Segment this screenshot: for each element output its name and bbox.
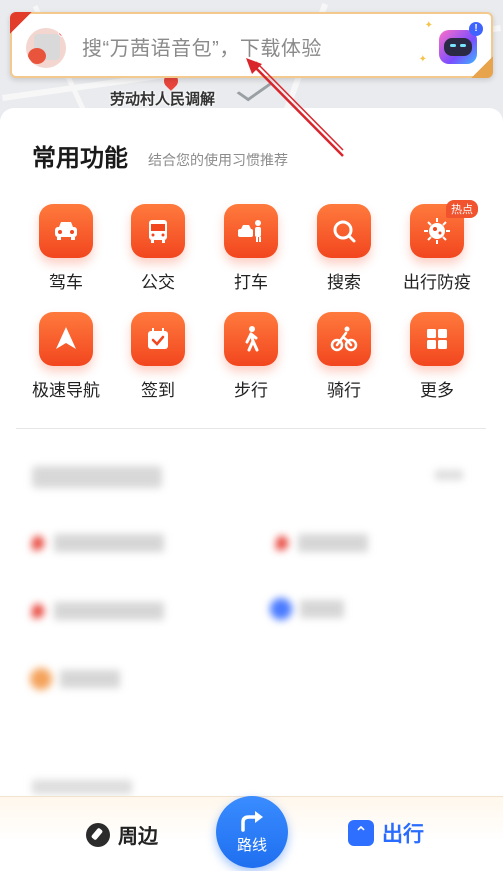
trip-label: 出行	[382, 823, 424, 846]
chevron-icon	[236, 76, 272, 102]
blurred-content	[0, 440, 503, 800]
func-label: 极速导航	[32, 381, 100, 400]
double-chevron-up-icon: ⌃	[348, 820, 374, 846]
avatar[interactable]	[26, 28, 66, 68]
car-icon	[39, 204, 93, 258]
exclamation-badge-icon: !	[469, 22, 483, 36]
divider	[16, 428, 486, 429]
func-label: 打车	[234, 273, 268, 292]
compass-icon	[86, 822, 110, 847]
walking-icon	[224, 312, 278, 366]
sparkle-icon: ✦	[418, 54, 427, 65]
search-bar[interactable]: 搜“万茜语音包”，下载体验 ✦ ✦ !	[10, 12, 493, 78]
section-title: 常用功能	[32, 145, 128, 172]
func-label: 公交	[141, 273, 175, 292]
func-label: 步行	[234, 381, 268, 400]
calendar-check-icon	[131, 312, 185, 366]
func-search[interactable]: 搜索	[304, 204, 384, 293]
sparkle-icon: ✦	[424, 20, 433, 31]
func-label: 骑行	[327, 381, 361, 400]
func-label: 出行防疫	[403, 273, 471, 292]
func-bus[interactable]: 公交	[118, 204, 198, 293]
bicycle-icon	[317, 312, 371, 366]
section-subtitle: 结合您的使用习惯推荐	[148, 152, 288, 168]
func-label: 更多	[420, 381, 454, 400]
func-taxi[interactable]: 打车	[211, 204, 291, 293]
func-fast-navigation[interactable]: 极速导航	[26, 312, 106, 401]
hot-badge: 热点	[446, 200, 478, 218]
func-label: 签到	[141, 381, 175, 400]
virus-icon: 热点	[410, 200, 478, 258]
func-drive[interactable]: 驾车	[26, 204, 106, 293]
func-label: 搜索	[327, 273, 361, 292]
taxi-icon	[224, 204, 278, 258]
navigation-arrow-icon	[39, 312, 93, 366]
search-icon	[317, 204, 371, 258]
voice-assistant-icon[interactable]: !	[439, 22, 483, 64]
map-place-label[interactable]: 劳动村人民调解	[110, 88, 215, 109]
notification-dot	[58, 28, 66, 37]
grid-icon	[410, 312, 464, 366]
search-input[interactable]: 搜“万茜语音包”，下载体验	[82, 32, 322, 61]
func-walk[interactable]: 步行	[211, 312, 291, 401]
func-cycle[interactable]: 骑行	[304, 312, 384, 401]
func-label: 驾车	[49, 273, 83, 292]
route-button[interactable]: 路线	[216, 796, 288, 868]
decoration-corner	[10, 12, 32, 34]
func-check-in[interactable]: 签到	[118, 312, 198, 401]
route-arrow-icon	[241, 810, 263, 832]
func-more[interactable]: 更多	[397, 312, 477, 401]
route-label: 路线	[236, 836, 267, 854]
nearby-label: 周边	[118, 826, 158, 848]
trip-button[interactable]: ⌃ 出行	[348, 818, 424, 848]
nearby-button[interactable]: 周边	[86, 820, 158, 849]
bus-icon	[131, 204, 185, 258]
func-epidemic[interactable]: 热点 出行防疫	[397, 200, 478, 293]
